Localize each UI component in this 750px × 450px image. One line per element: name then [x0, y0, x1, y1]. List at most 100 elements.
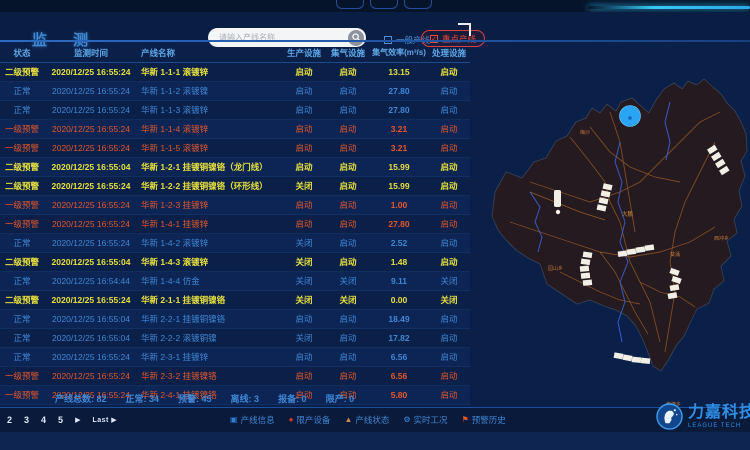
map-label: 葵涌: [670, 251, 680, 258]
logo-name: 力嘉科技: [688, 405, 750, 421]
table-cell: 2020/12/25 16:54:44: [44, 276, 138, 286]
table-body: 二级预警2020/12/25 16:55:24华新 1-1-1 滚镀锌启动启动1…: [0, 63, 470, 405]
table-cell: 6.56: [370, 371, 428, 381]
table-row[interactable]: 二级预警2020/12/25 16:55:04华新 1-4-3 滚镀锌关闭启动1…: [0, 253, 470, 272]
table-cell: 2020/12/25 16:55:24: [44, 219, 138, 229]
column-header: 处理设施: [428, 47, 470, 59]
district-map[interactable]: 梅沙 园山乡 大鹏 葵涌 西冲乡 南澳乡: [470, 42, 750, 407]
table-row[interactable]: 正常2020/12/25 16:55:24华新 1-1-2 滚镀镍启动启动27.…: [0, 82, 470, 101]
table-cell: 17.82: [370, 333, 428, 343]
page-number[interactable]: 2: [7, 415, 12, 425]
map-label: 梅沙: [580, 129, 590, 136]
table-cell: 正常: [0, 332, 44, 344]
table-cell: 6.56: [370, 352, 428, 362]
bottom-filler: [0, 432, 750, 450]
table-cell: 华新 1-1-3 滚镀锌: [138, 104, 282, 116]
table-row[interactable]: 二级预警2020/12/25 16:55:24华新 1-2-2 挂镀铜镍铬（环形…: [0, 177, 470, 196]
column-header: 集气效率(m³/s): [370, 47, 428, 58]
table-cell: 关闭: [282, 294, 326, 306]
table-cell: 华新 1-4-2 滚镀锌: [138, 237, 282, 249]
table-cell: 启动: [428, 104, 470, 116]
table-cell: 启动: [326, 85, 370, 97]
table-row[interactable]: 正常2020/12/25 16:55:04华新 2-2-1 挂镀铜镍铬启动启动1…: [0, 310, 470, 329]
toolbar-button-产线信息[interactable]: ▣产线信息: [230, 414, 275, 426]
table-row[interactable]: 二级预警2020/12/25 16:55:04华新 1-2-1 挂镀铜镍铬（龙门…: [0, 158, 470, 177]
table-row[interactable]: 二级预警2020/12/25 16:55:24华新 2-1-1 挂镀铜镍铬关闭关…: [0, 291, 470, 310]
table-cell: 2020/12/25 16:55:24: [44, 181, 138, 191]
summary-stat: 离线: 3: [231, 392, 260, 405]
table-cell: 启动: [326, 123, 370, 135]
top-tab-outline: [404, 0, 432, 9]
decorative-glow-line: [588, 6, 750, 9]
top-tab-outline: [336, 0, 364, 9]
table-row[interactable]: 正常2020/12/25 16:55:24华新 1-4-2 滚镀锌关闭启动2.5…: [0, 234, 470, 253]
table-row[interactable]: 正常2020/12/25 16:55:24华新 1-1-3 滚镀锌启动启动27.…: [0, 101, 470, 120]
table-cell: 启动: [282, 370, 326, 382]
header-bar: 监 测 一般产线 ✓ 重点产线: [0, 12, 750, 40]
pagination: 2 3 4 5 ▶ Last ▶: [7, 408, 117, 432]
summary-stat: 产线总数: 82: [55, 392, 107, 405]
table-row[interactable]: 正常2020/12/25 16:55:04华新 2-2-2 滚镀铜镍关闭启动17…: [0, 329, 470, 348]
table-cell: 一级预警: [0, 123, 44, 135]
table-cell: 华新 2-3-2 挂镀镍铬: [138, 370, 282, 382]
table-cell: 启动: [282, 104, 326, 116]
next-page-button[interactable]: ▶: [75, 416, 80, 424]
toolbar-button-预警历史[interactable]: ⚑预警历史: [462, 414, 506, 426]
logo-subtitle: LEAGUE TECH: [688, 423, 750, 429]
table-cell: 启动: [326, 351, 370, 363]
map-alert-marker[interactable]: [620, 106, 641, 127]
table-cell: 2020/12/25 16:55:04: [44, 314, 138, 324]
table-row[interactable]: 一级预警2020/12/25 16:55:24华新 1-2-3 挂镀锌启动启动1…: [0, 196, 470, 215]
table-cell: 启动: [282, 142, 326, 154]
table-cell: 启动: [282, 66, 326, 78]
table-row[interactable]: 一级预警2020/12/25 16:55:24华新 1-1-5 滚镀锌启动启动3…: [0, 139, 470, 158]
table-cell: 华新 2-2-1 挂镀铜镍铬: [138, 313, 282, 325]
bottom-toolbar: 2 3 4 5 ▶ Last ▶ ▣产线信息 ●限产设备 ▲产线状态 ⚙实时工况 ⚑预警历史: [0, 407, 750, 433]
toolbar-button-实时工况[interactable]: ⚙实时工况: [403, 414, 447, 426]
table-cell: 启动: [428, 161, 470, 173]
table-cell: 18.49: [370, 314, 428, 324]
table-cell: 启动: [428, 370, 470, 382]
table-cell: 二级预警: [0, 294, 44, 306]
alarm-circle-icon: ●: [289, 416, 294, 424]
table-cell: 一级预警: [0, 142, 44, 154]
table-cell: 启动: [428, 256, 470, 268]
table-cell: 关闭: [282, 275, 326, 287]
toolbar-button-限产设备[interactable]: ●限产设备: [289, 414, 331, 426]
table-cell: 关闭: [428, 294, 470, 306]
table-cell: 2020/12/25 16:55:24: [44, 200, 138, 210]
last-page-button[interactable]: Last ▶: [92, 416, 117, 424]
table-cell: 2020/12/25 16:55:24: [44, 105, 138, 115]
table-cell: 启动: [326, 218, 370, 230]
page-number[interactable]: 5: [58, 415, 63, 425]
table-cell: 启动: [326, 332, 370, 344]
page-number[interactable]: 3: [24, 415, 29, 425]
table-cell: 关闭: [282, 332, 326, 344]
table-cell: 华新 1-4-3 滚镀锌: [138, 256, 282, 268]
table-cell: 华新 2-1-1 挂镀铜镍铬: [138, 294, 282, 306]
table-cell: 15.99: [370, 181, 428, 191]
table-row[interactable]: 正常2020/12/25 16:54:44华新 1-4-4 仿金关闭关闭9.11…: [0, 272, 470, 291]
page-number[interactable]: 4: [41, 415, 46, 425]
table-row[interactable]: 一级预警2020/12/25 16:55:24华新 2-3-2 挂镀镍铬启动启动…: [0, 367, 470, 386]
table-cell: 启动: [326, 313, 370, 325]
table-row[interactable]: 一级预警2020/12/25 16:55:24华新 1-4-1 挂镀锌启动启动2…: [0, 215, 470, 234]
table-cell: 27.80: [370, 105, 428, 115]
table-cell: 正常: [0, 275, 44, 287]
table-row[interactable]: 一级预警2020/12/25 16:55:24华新 1-1-4 滚镀锌启动启动3…: [0, 120, 470, 139]
table-cell: 启动: [428, 66, 470, 78]
table-cell: 启动: [326, 180, 370, 192]
table-cell: 二级预警: [0, 180, 44, 192]
table-row[interactable]: 正常2020/12/25 16:55:24华新 2-3-1 挂镀锌启动启动6.5…: [0, 348, 470, 367]
table-cell: 华新 1-4-1 挂镀锌: [138, 218, 282, 230]
table-cell: 9.11: [370, 276, 428, 286]
toolbar-button-产线状态[interactable]: ▲产线状态: [344, 414, 389, 426]
table-cell: 正常: [0, 85, 44, 97]
table-cell: 启动: [428, 332, 470, 344]
table-cell: 2.52: [370, 238, 428, 248]
table-cell: 启动: [282, 313, 326, 325]
table-row[interactable]: 二级预警2020/12/25 16:55:24华新 1-1-1 滚镀锌启动启动1…: [0, 63, 470, 82]
summary-stat: 报备: 0: [278, 392, 307, 405]
table-cell: 启动: [428, 199, 470, 211]
map-label: 园山乡: [548, 265, 563, 272]
